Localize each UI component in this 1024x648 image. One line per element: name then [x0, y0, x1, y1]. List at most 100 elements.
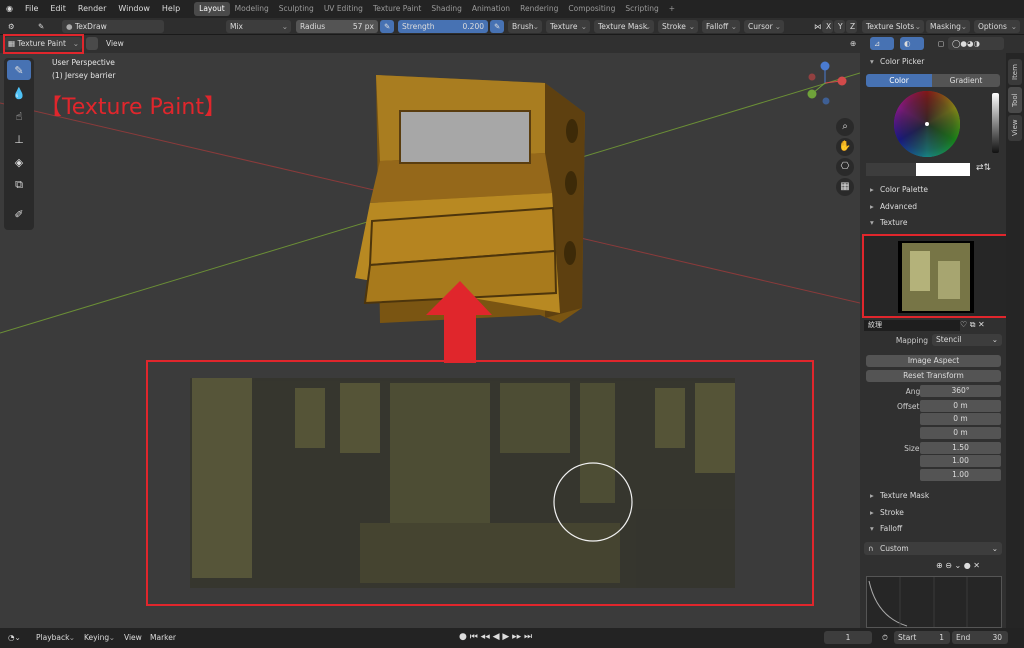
smear-icon[interactable]: ☝: [7, 106, 31, 126]
texture-mask-panel[interactable]: Texture Mask: [864, 489, 1002, 503]
mirror-x-toggle[interactable]: X: [822, 20, 833, 33]
size-x-field[interactable]: 1.50: [920, 442, 1001, 454]
image-aspect-button[interactable]: Image Aspect: [866, 355, 1001, 367]
masking-menu[interactable]: Masking ⌄: [926, 20, 970, 33]
menu-render[interactable]: Render: [72, 0, 112, 18]
playback-menu[interactable]: Playback ⌄: [32, 631, 78, 644]
shading-modes[interactable]: ◯●◕◑: [948, 37, 1004, 50]
blender-logo-icon[interactable]: ◉: [0, 0, 19, 18]
view-menu[interactable]: View: [102, 37, 128, 50]
navigation-gizmo[interactable]: [807, 61, 847, 105]
brush-name-field[interactable]: ● TexDraw: [62, 20, 164, 33]
texture-panel[interactable]: Texture: [864, 216, 1002, 230]
color-picker-panel[interactable]: Color Picker: [864, 55, 1002, 69]
brush-icon[interactable]: ✎: [34, 20, 54, 33]
jersey-barrier-object[interactable]: [355, 75, 585, 323]
offset-x-field[interactable]: 0 m: [920, 400, 1001, 412]
stopwatch-icon[interactable]: ⏱: [878, 631, 892, 644]
tab-layout[interactable]: Layout: [194, 2, 230, 16]
color-tab[interactable]: Color: [866, 74, 932, 87]
menu-file[interactable]: File: [19, 0, 44, 18]
size-z-field[interactable]: 1.00: [920, 469, 1001, 481]
texture-menu[interactable]: Texture ⌄: [546, 20, 590, 33]
xray-toggle-icon[interactable]: ◐: [900, 37, 924, 50]
grid-perspective-icon[interactable]: ▦: [836, 178, 854, 196]
blend-mode-select[interactable]: Mix ⌄: [226, 20, 291, 33]
size-y-field[interactable]: 1.00: [920, 455, 1001, 467]
mirror-y-toggle[interactable]: Y: [834, 20, 845, 33]
mirror-icon[interactable]: ⋈: [810, 20, 822, 33]
end-frame-field[interactable]: End 30: [952, 631, 1008, 644]
texture-name-field[interactable]: 紋理: [864, 320, 960, 331]
tab-compositing[interactable]: Compositing: [563, 2, 620, 16]
cursor-menu[interactable]: Cursor ⌄: [744, 20, 784, 33]
tab-sculpting[interactable]: Sculpting: [274, 2, 319, 16]
falloff-curve-select[interactable]: ∩ Custom ⌄: [864, 542, 1002, 555]
value-slider[interactable]: [992, 93, 999, 153]
clone-icon[interactable]: ⊥: [7, 129, 31, 149]
strength-field[interactable]: Strength 0.200: [398, 20, 488, 33]
swap-color-icon[interactable]: ⇄⇅: [976, 163, 1000, 176]
timeline-view-menu[interactable]: View: [120, 631, 144, 644]
tab-shading[interactable]: Shading: [426, 2, 466, 16]
zoom-icon[interactable]: ⌕: [836, 118, 854, 136]
clock-editor-icon[interactable]: ◔⌄: [4, 631, 28, 644]
strength-pressure-icon[interactable]: ✎: [490, 20, 504, 33]
curve-tools-icons[interactable]: ⊕ ⊖ ⌄ ● ✕: [936, 561, 1002, 573]
texture-datablock-icons[interactable]: ♡ ⧉ ✕: [960, 320, 1004, 331]
falloff-menu[interactable]: Falloff ⌄: [702, 20, 740, 33]
texture-mask-menu[interactable]: Texture Mask ⌄: [594, 20, 654, 33]
color-wheel[interactable]: [894, 91, 960, 157]
texture-preview-box[interactable]: [862, 234, 1008, 318]
reset-transform-button[interactable]: Reset Transform: [866, 370, 1001, 382]
camera-icon[interactable]: ⎔: [836, 158, 854, 176]
fill-icon[interactable]: ◈: [7, 152, 31, 172]
brush-slot[interactable]: [166, 20, 220, 33]
draw-brush-icon[interactable]: ✎: [7, 60, 31, 80]
offset-y-field[interactable]: 0 m: [920, 413, 1001, 425]
menu-edit[interactable]: Edit: [44, 0, 72, 18]
tab-item[interactable]: Item: [1008, 59, 1022, 85]
texture-slots-menu[interactable]: Texture Slots ⌄: [862, 20, 924, 33]
tab-tool[interactable]: Tool: [1008, 87, 1022, 113]
color-swatch[interactable]: [916, 163, 970, 176]
radius-field[interactable]: Radius 57 px: [296, 20, 378, 33]
tab-view[interactable]: View: [1008, 115, 1022, 141]
gradient-tab[interactable]: Gradient: [932, 74, 1000, 87]
gizmo-icon[interactable]: ⊕: [846, 37, 860, 50]
soften-icon[interactable]: 💧: [7, 83, 31, 103]
options-menu[interactable]: Options ⌄: [974, 20, 1020, 33]
stroke-panel[interactable]: Stroke: [864, 506, 1002, 520]
playback-controls[interactable]: ● ⏮ ◂◂ ◀ ▶ ▸▸ ⏭: [455, 631, 555, 644]
radius-pressure-icon[interactable]: ✎: [380, 20, 394, 33]
stroke-menu[interactable]: Stroke ⌄: [658, 20, 698, 33]
menu-help[interactable]: Help: [156, 0, 186, 18]
current-frame-field[interactable]: 1: [824, 631, 872, 644]
falloff-panel[interactable]: Falloff: [864, 522, 1002, 536]
overlay-toggle-icon[interactable]: ⊿: [870, 37, 894, 50]
keying-menu[interactable]: Keying ⌄: [80, 631, 118, 644]
falloff-curve-editor[interactable]: [866, 576, 1002, 628]
mask-icon[interactable]: ⧉: [7, 175, 31, 195]
annotate-icon[interactable]: ✐: [7, 204, 31, 224]
mapping-select[interactable]: Stencil ⌄: [932, 334, 1002, 346]
advanced-panel[interactable]: Advanced: [864, 200, 1002, 214]
pan-hand-icon[interactable]: ✋: [836, 138, 854, 156]
tab-modeling[interactable]: Modeling: [230, 2, 274, 16]
marker-menu[interactable]: Marker: [146, 631, 180, 644]
mirror-z-toggle[interactable]: Z: [846, 20, 857, 33]
start-frame-field[interactable]: Start 1: [894, 631, 950, 644]
angle-field[interactable]: 360°: [920, 385, 1001, 397]
tab-texture-paint[interactable]: Texture Paint: [368, 2, 426, 16]
brush-menu[interactable]: Brush ⌄: [508, 20, 542, 33]
canvas-toggle[interactable]: [86, 37, 98, 50]
add-workspace-icon[interactable]: +: [664, 2, 680, 16]
tab-scripting[interactable]: Scripting: [620, 2, 663, 16]
tab-animation[interactable]: Animation: [467, 2, 515, 16]
tab-uv-editing[interactable]: UV Editing: [319, 2, 368, 16]
offset-z-field[interactable]: 0 m: [920, 427, 1001, 439]
menu-window[interactable]: Window: [112, 0, 156, 18]
wireframe-shading-icon[interactable]: ◻: [934, 37, 944, 50]
color-palette-panel[interactable]: Color Palette: [864, 183, 1002, 197]
editor-type-icon[interactable]: ⚙: [4, 20, 28, 33]
